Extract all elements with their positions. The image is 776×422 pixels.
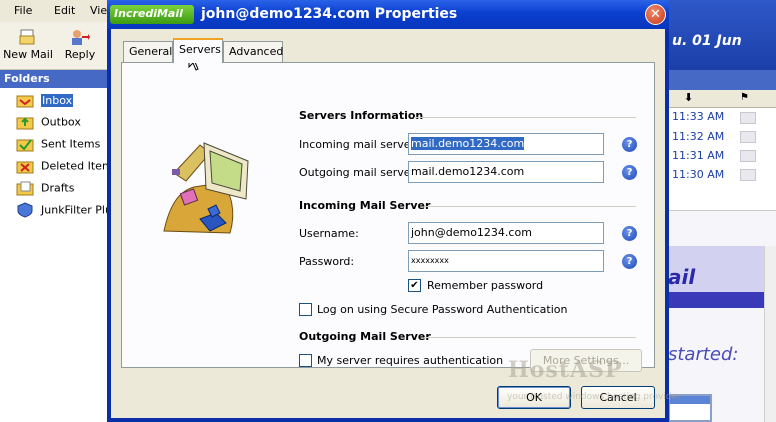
tab-general[interactable]: General — [123, 41, 173, 62]
incoming-server-value: mail.demo1234.com — [411, 137, 525, 150]
menu-file[interactable]: File — [14, 4, 32, 17]
incredimail-logo: IncrediMail — [110, 5, 194, 24]
folder-label: Drafts — [41, 181, 75, 195]
folder-label: Sent Items — [41, 137, 101, 151]
remember-password-label: Remember password — [427, 279, 544, 292]
folder-list: Inbox Outbox Sent Items Deleted Items Dr… — [0, 88, 118, 422]
reply-button[interactable]: Reply — [54, 26, 106, 61]
remember-password-checkbox[interactable]: ✔ — [408, 279, 421, 292]
deleted-items-icon — [16, 161, 34, 174]
servers-info-heading: Servers Information — [299, 109, 424, 122]
folder-drafts[interactable]: Drafts — [16, 180, 74, 198]
help-icon[interactable]: ? — [622, 254, 637, 269]
dialog-title: john@demo1234.com Properties — [201, 6, 458, 22]
watermark-brand: HostASP — [508, 357, 623, 383]
incoming-server-field[interactable]: mail.demo1234.com — [408, 133, 604, 155]
sent-items-icon — [16, 139, 34, 152]
message-time[interactable]: 11:31 AM — [672, 149, 724, 162]
folder-deleted-items[interactable]: Deleted Items — [16, 158, 118, 176]
menu-edit[interactable]: Edit — [54, 4, 75, 17]
junkfilter-icon — [17, 202, 33, 218]
outgoing-server-label: Outgoing mail server: — [299, 166, 419, 179]
outbox-icon — [16, 117, 34, 130]
username-label: Username: — [299, 227, 359, 240]
date-banner: u. 01 Jun — [668, 0, 776, 70]
preview-scrollbar[interactable] — [764, 246, 776, 422]
drafts-icon — [16, 181, 34, 196]
section-divider — [414, 117, 636, 118]
folder-outbox[interactable]: Outbox — [16, 114, 81, 132]
incoming-mail-heading: Incoming Mail Server — [299, 199, 431, 212]
tab-servers[interactable]: Servers — [173, 38, 223, 63]
preview-text: started: — [668, 344, 739, 365]
folder-junkfilter[interactable]: JunkFilter Plu — [16, 202, 112, 220]
outgoing-server-value: mail.demo1234.com — [411, 165, 525, 178]
password-label: Password: — [299, 255, 355, 268]
auth-label: My server requires authentication — [317, 354, 504, 367]
message-time[interactable]: 11:30 AM — [672, 168, 724, 181]
menu-view[interactable]: Vie — [90, 4, 107, 17]
new-mail-label: New Mail — [3, 48, 53, 61]
section-divider — [424, 337, 636, 338]
username-field[interactable]: john@demo1234.com — [408, 222, 604, 244]
inbox-icon — [16, 95, 34, 108]
auth-checkbox[interactable] — [299, 354, 312, 367]
username-value: john@demo1234.com — [411, 226, 532, 239]
section-divider — [424, 206, 636, 207]
folder-sent-items[interactable]: Sent Items — [16, 136, 100, 154]
spa-checkbox[interactable] — [299, 303, 312, 316]
outgoing-server-field[interactable]: mail.demo1234.com — [408, 161, 604, 183]
message-time[interactable]: 11:33 AM — [672, 110, 724, 123]
preview-heading: ail — [668, 265, 696, 289]
flag-column-icon[interactable]: ⚑ — [740, 92, 749, 103]
reply-label: Reply — [64, 48, 96, 61]
background-menubar: File Edit Vie — [0, 0, 110, 22]
background-toolbar: New Mail Reply — [0, 22, 110, 70]
date-text: u. 01 Jun — [672, 33, 742, 49]
preview-band — [668, 292, 764, 308]
message-list-header-bar — [668, 70, 776, 90]
folder-label: Outbox — [41, 115, 81, 129]
close-icon: ✕ — [650, 7, 661, 22]
close-button[interactable]: ✕ — [645, 4, 666, 25]
folder-label: JunkFilter Plu — [41, 203, 112, 217]
message-status-icon — [740, 112, 756, 124]
message-status-icon — [740, 131, 756, 143]
message-list-columns: ⬇ ⚑ — [668, 90, 776, 108]
message-time[interactable]: 11:32 AM — [672, 130, 724, 143]
dialog-titlebar[interactable]: IncrediMail john@demo1234.com Properties… — [107, 0, 669, 29]
help-icon[interactable]: ? — [622, 137, 637, 152]
sort-arrow-icon[interactable]: ⬇ — [684, 91, 693, 104]
watermark-tagline: your trusted windows hosting provider — [507, 392, 681, 402]
computer-illustration — [163, 142, 249, 234]
help-icon[interactable]: ? — [622, 226, 637, 241]
outgoing-mail-heading: Outgoing Mail Server — [299, 330, 431, 343]
tab-advanced[interactable]: Advanced — [223, 41, 283, 62]
folder-label: Inbox — [41, 93, 74, 107]
message-status-icon — [740, 169, 756, 181]
password-field[interactable]: xxxxxxxx — [408, 250, 604, 272]
incoming-server-label: Incoming mail server: — [299, 138, 419, 151]
preview-pane — [668, 210, 776, 422]
new-mail-icon — [19, 29, 35, 45]
help-icon[interactable]: ? — [622, 165, 637, 180]
servers-tab-panel: Servers Information Incoming mail server… — [121, 62, 655, 372]
reply-icon — [72, 30, 90, 45]
new-mail-button[interactable]: New Mail — [2, 26, 54, 61]
folder-inbox[interactable]: Inbox — [16, 92, 74, 110]
folders-header: Folders — [0, 70, 110, 88]
password-value: xxxxxxxx — [411, 256, 449, 265]
message-status-icon — [740, 150, 756, 162]
spa-label: Log on using Secure Password Authenticat… — [317, 303, 568, 316]
